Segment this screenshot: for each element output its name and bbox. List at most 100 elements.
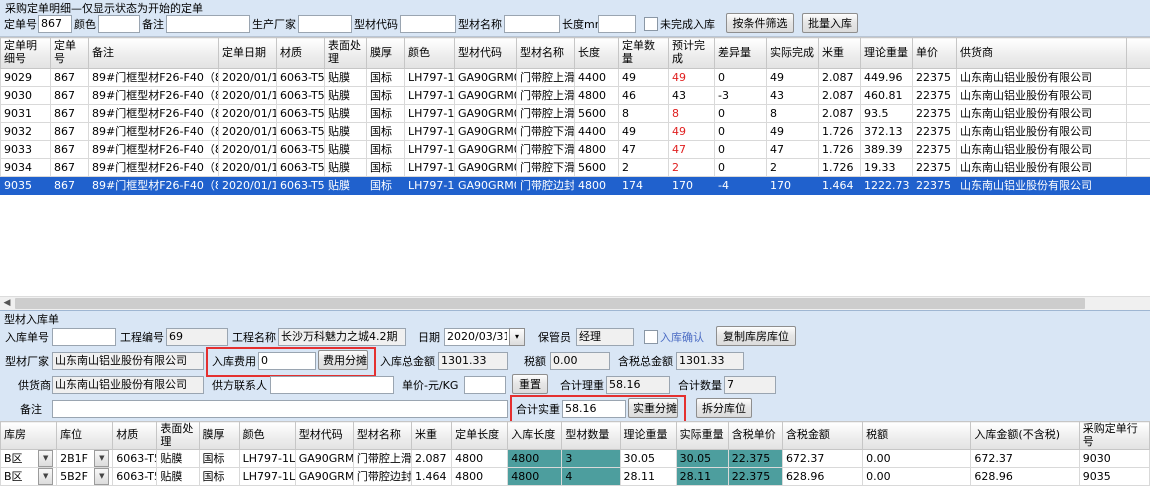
column-header[interactable]: 长度 [575,38,619,69]
column-header[interactable]: 入库金额(不含税) [971,422,1079,450]
filter-order-no-input[interactable] [38,15,72,33]
cell: GA90GRM03 [455,105,517,123]
filter-manufacturer-input[interactable] [298,15,352,33]
total-actual-weight-input[interactable] [562,400,626,418]
column-header[interactable]: 材质 [113,422,157,450]
inbound-total-input[interactable] [438,352,508,370]
batch-inbound-button[interactable]: 批量入库 [802,13,858,33]
copy-location-button[interactable]: 复制库房库位 [716,326,796,346]
remark-input[interactable] [52,400,508,418]
unfinished-inbound-checkbox[interactable] [644,17,658,31]
column-header[interactable]: 采购定单行号 [1079,422,1149,450]
total-qty-input[interactable] [724,376,776,394]
table-row[interactable]: 903286789#门框型材F26-F40（866+867）2020/01/13… [1,123,1150,141]
table-row[interactable]: 902986789#门框型材F26-F40（866+867）2020/01/13… [1,69,1150,87]
column-header[interactable]: 型材名称 [517,38,575,69]
column-header[interactable]: 库房 [1,422,57,450]
chevron-down-icon[interactable]: ▼ [94,450,109,467]
chevron-down-icon[interactable]: ▼ [94,468,109,485]
supplier-input[interactable] [52,376,204,394]
split-location-button[interactable]: 拆分库位 [696,398,752,418]
column-header[interactable]: 含税金额 [782,422,862,450]
column-header[interactable]: 供货商 [957,38,1127,69]
reset-button[interactable]: 重置 [512,374,548,394]
column-header[interactable]: 理论重量 [861,38,913,69]
column-header[interactable]: 膜厚 [199,422,239,450]
table-row[interactable]: 903086789#门框型材F26-F40（866+867）2020/01/13… [1,87,1150,105]
column-header[interactable]: 定单长度 [452,422,508,450]
filter-profile-name-input[interactable] [504,15,560,33]
column-header[interactable]: 米重 [819,38,861,69]
date-input[interactable] [444,328,510,346]
column-header[interactable] [1127,38,1150,69]
column-header[interactable]: 颜色 [405,38,455,69]
table-row[interactable]: B区▼2B1F▼6063-T5贴膜国标LH797-1LL0GA90GRM03门带… [1,450,1150,468]
cell: 2020/01/13 [219,105,277,123]
project-name-input[interactable] [278,328,406,346]
column-header[interactable]: 定单日期 [219,38,277,69]
cell: 5600 [575,159,619,177]
chevron-down-icon[interactable]: ▼ [38,468,53,485]
inbound-section-title: 型材入库单 [4,312,59,328]
column-header[interactable]: 定单明细号 [1,38,51,69]
filter-profile-code-input[interactable] [400,15,456,33]
scroll-left-arrow-icon[interactable]: ◀ [0,297,14,310]
column-header[interactable]: 型材名称 [353,422,411,450]
project-no-input[interactable] [166,328,228,346]
weight-allocate-button[interactable]: 实重分摊 [628,398,678,418]
scrollbar-thumb[interactable] [15,298,1085,309]
column-header[interactable]: 入库长度 [508,422,562,450]
tax-incl-total-input[interactable] [676,352,744,370]
table-row[interactable]: B区▼5B2F▼6063-T5贴膜国标LH797-1LL0GA90GRM05门带… [1,468,1150,486]
cell: B区▼ [1,450,57,468]
profile-factory-input[interactable] [52,352,204,370]
cell [1127,177,1150,195]
table-row[interactable]: 903486789#门框型材F26-F40（866+867）2020/01/13… [1,159,1150,177]
filter-color-input[interactable] [98,15,140,33]
unit-price-input[interactable] [464,376,506,394]
column-header[interactable]: 备注 [89,38,219,69]
cell: 9033 [1,141,51,159]
column-header[interactable]: 颜色 [239,422,295,450]
horizontal-scrollbar[interactable]: ◀ [0,296,1150,310]
calendar-dropdown-button[interactable]: ▾ [509,328,525,346]
column-header[interactable]: 表面处理 [325,38,367,69]
column-header[interactable]: 含税单价 [728,422,782,450]
table-row[interactable]: 903386789#门框型材F26-F40（866+867）2020/01/13… [1,141,1150,159]
column-header[interactable]: 膜厚 [367,38,405,69]
filter-length-input[interactable] [598,15,636,33]
column-header[interactable]: 型材数量 [562,422,620,450]
column-header[interactable]: 定单数量 [619,38,669,69]
total-theory-weight-input[interactable] [606,376,670,394]
cell: 19.33 [861,159,913,177]
tax-input[interactable] [550,352,610,370]
supplier-contact-input[interactable] [270,376,394,394]
column-header[interactable]: 材质 [277,38,325,69]
chevron-down-icon[interactable]: ▼ [38,450,53,467]
column-header[interactable]: 型材代码 [295,422,353,450]
cell: 174 [619,177,669,195]
column-header[interactable]: 税额 [863,422,971,450]
column-header[interactable]: 差异量 [715,38,767,69]
column-header[interactable]: 单价 [913,38,957,69]
table-row[interactable]: 903586789#门框型材F26-F40（866+867）2020/01/13… [1,177,1150,195]
cell: 2020/01/13 [219,123,277,141]
column-header[interactable]: 型材代码 [455,38,517,69]
fee-allocate-button[interactable]: 费用分摊 [318,350,368,370]
keeper-input[interactable] [576,328,634,346]
inbound-fee-input[interactable] [258,352,316,370]
column-header[interactable]: 理论重量 [620,422,676,450]
filter-by-condition-button[interactable]: 按条件筛选 [726,13,794,33]
column-header[interactable]: 实际完成 [767,38,819,69]
column-header[interactable]: 实际重量 [676,422,728,450]
column-header[interactable]: 米重 [412,422,452,450]
inbound-no-input[interactable] [52,328,116,346]
column-header[interactable]: 定单号 [51,38,89,69]
inbound-confirm-checkbox[interactable] [644,330,658,344]
column-header[interactable]: 表面处理 [157,422,199,450]
filter-remark-input[interactable] [166,15,250,33]
cell: 47 [767,141,819,159]
column-header[interactable]: 预计完成 [669,38,715,69]
table-row[interactable]: 903186789#门框型材F26-F40（866+867）2020/01/13… [1,105,1150,123]
column-header[interactable]: 库位 [57,422,113,450]
